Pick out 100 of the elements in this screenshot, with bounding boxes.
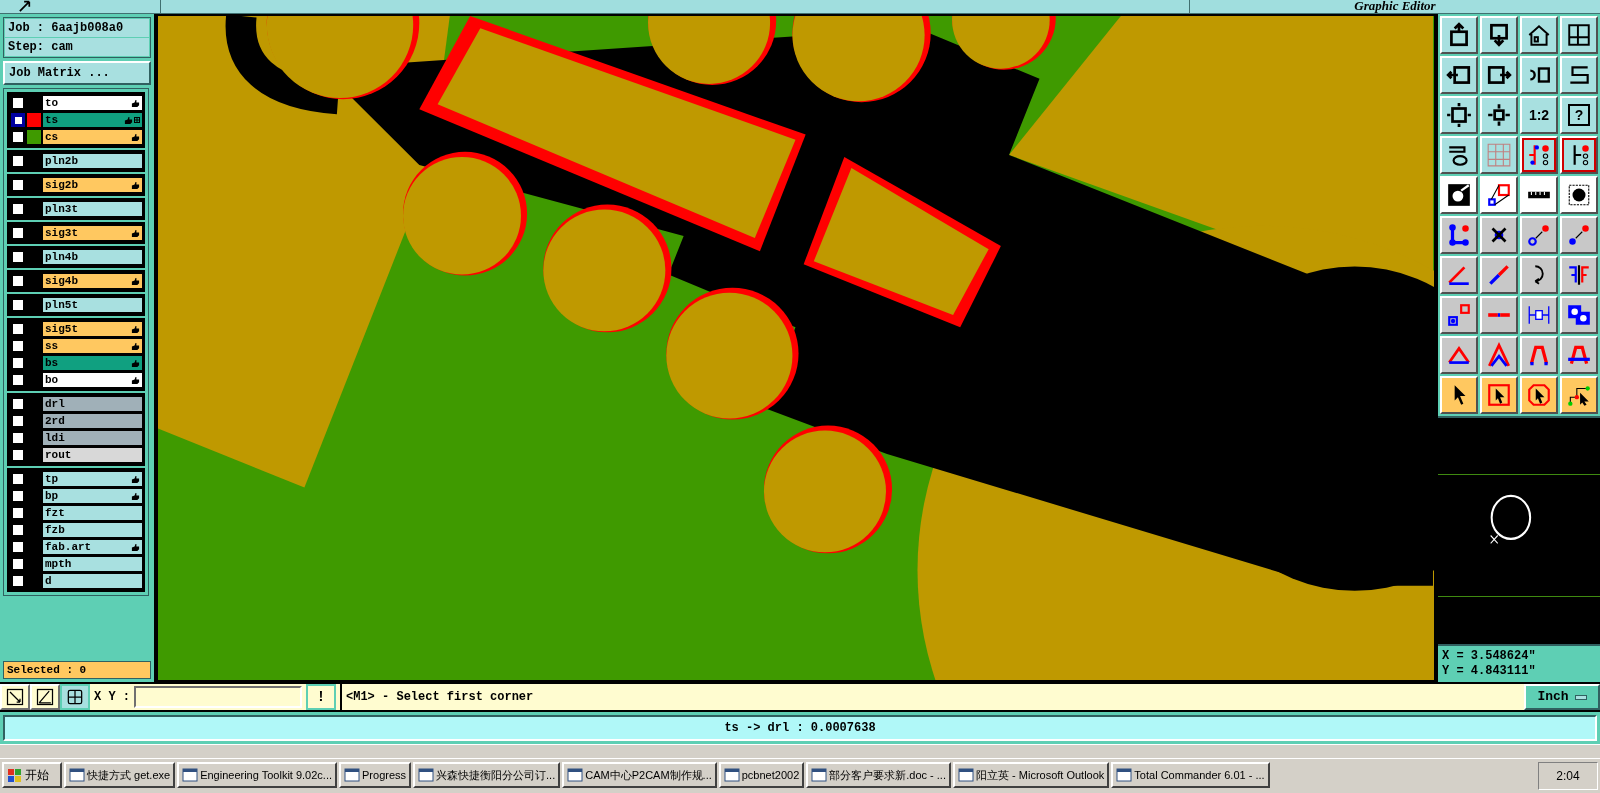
layer-name[interactable]: to — [43, 96, 142, 110]
toolbar-button[interactable] — [1560, 376, 1598, 414]
layer-checkbox[interactable] — [11, 557, 25, 571]
layer-name[interactable]: rout — [43, 448, 142, 462]
layer-checkbox[interactable] — [11, 506, 25, 520]
layer-checkbox[interactable] — [11, 472, 25, 486]
taskbar-button[interactable]: 快捷方式 get.exe — [64, 762, 176, 788]
layer-checkbox[interactable] — [11, 574, 25, 588]
toolbar-button[interactable] — [1440, 176, 1478, 214]
exclaim-button[interactable]: ! — [306, 684, 336, 710]
layer-checkbox[interactable] — [11, 356, 25, 370]
toolbar-button[interactable] — [1440, 336, 1478, 374]
toolbar-button[interactable] — [1520, 136, 1558, 174]
taskbar-button[interactable]: Progress — [339, 762, 412, 788]
toolbar-button[interactable] — [1560, 56, 1598, 94]
help-button[interactable]: ? — [1560, 96, 1598, 134]
toolbar-button[interactable] — [1520, 56, 1558, 94]
layer-name[interactable]: ldi — [43, 431, 142, 445]
layer-checkbox[interactable] — [11, 339, 25, 353]
toolbar-button[interactable] — [1560, 296, 1598, 334]
toolbar-button[interactable] — [1480, 216, 1518, 254]
toolbar-button[interactable] — [1520, 16, 1558, 54]
toolbar-button[interactable] — [1480, 296, 1518, 334]
job-matrix-button[interactable]: Job Matrix ... — [3, 61, 151, 85]
taskbar-button[interactable]: Total Commander 6.01 - ... — [1111, 762, 1270, 788]
layer-name[interactable]: mpth — [43, 557, 142, 571]
toolbar-button[interactable] — [1520, 296, 1558, 334]
toolbar-button[interactable] — [1440, 96, 1478, 134]
xy-input-field[interactable] — [134, 686, 302, 708]
toolbar-button[interactable] — [1520, 256, 1558, 294]
layer-checkbox[interactable] — [11, 113, 25, 127]
layer-name[interactable]: ss — [43, 339, 142, 353]
toolbar-button[interactable] — [1520, 176, 1558, 214]
toolbar-button[interactable] — [1560, 136, 1598, 174]
toolbar-button[interactable] — [1560, 256, 1598, 294]
layer-name[interactable]: tp — [43, 472, 142, 486]
layer-checkbox[interactable] — [11, 448, 25, 462]
layer-name[interactable]: drl — [43, 397, 142, 411]
toolbar-button[interactable] — [1480, 56, 1518, 94]
layer-name[interactable]: bp — [43, 489, 142, 503]
layer-name[interactable]: sig2b — [43, 178, 142, 192]
layer-checkbox[interactable] — [11, 154, 25, 168]
toolbar-button[interactable] — [1480, 376, 1518, 414]
toolbar-button[interactable] — [1520, 336, 1558, 374]
layer-name[interactable]: fab.art — [43, 540, 142, 554]
layer-name[interactable]: pln5t — [43, 298, 142, 312]
taskbar-button[interactable]: 阳立英 - Microsoft Outlook — [953, 762, 1110, 788]
layer-checkbox[interactable] — [11, 298, 25, 312]
layer-checkbox[interactable] — [11, 250, 25, 264]
unit-dropdown[interactable]: Inch — [1524, 684, 1600, 710]
layer-checkbox[interactable] — [11, 414, 25, 428]
layer-checkbox[interactable] — [11, 96, 25, 110]
layer-checkbox[interactable] — [11, 130, 25, 144]
toolbar-button[interactable] — [1440, 376, 1478, 414]
layer-checkbox[interactable] — [11, 202, 25, 216]
layer-name[interactable]: pln3t — [43, 202, 142, 216]
layer-checkbox[interactable] — [11, 322, 25, 336]
layer-name[interactable]: ts — [43, 113, 142, 127]
toolbar-button[interactable] — [1560, 336, 1598, 374]
toolbar-button[interactable] — [1480, 16, 1518, 54]
toolbar-button[interactable] — [1480, 256, 1518, 294]
taskbar-button[interactable]: pcbnet2002 — [718, 762, 805, 788]
layer-name[interactable]: pln2b — [43, 154, 142, 168]
layer-name[interactable]: fzb — [43, 523, 142, 537]
layer-checkbox[interactable] — [11, 489, 25, 503]
layer-name[interactable]: sig5t — [43, 322, 142, 336]
layer-name[interactable]: sig3t — [43, 226, 142, 240]
layer-name[interactable]: sig4b — [43, 274, 142, 288]
layer-checkbox[interactable] — [11, 523, 25, 537]
taskbar-button[interactable]: CAM中心P2CAM制作规... — [562, 762, 717, 788]
layer-name[interactable]: pln4b — [43, 250, 142, 264]
toolbar-button[interactable] — [1440, 56, 1478, 94]
toolbar-button[interactable] — [1520, 376, 1558, 414]
start-button[interactable]: 开始 — [2, 762, 62, 788]
scale-button[interactable]: 1:2 — [1520, 96, 1558, 134]
toolbar-button[interactable] — [1480, 96, 1518, 134]
layer-name[interactable]: bs — [43, 356, 142, 370]
layer-checkbox[interactable] — [11, 373, 25, 387]
layer-checkbox[interactable] — [11, 178, 25, 192]
layer-name[interactable]: fzt — [43, 506, 142, 520]
taskbar-button[interactable]: 部分客户要求新.doc - ... — [806, 762, 951, 788]
layer-name[interactable]: cs — [43, 130, 142, 144]
toolbar-button[interactable] — [1440, 16, 1478, 54]
toolbar-button[interactable] — [1560, 176, 1598, 214]
toolbar-button[interactable] — [1440, 136, 1478, 174]
layer-checkbox[interactable] — [11, 226, 25, 240]
layer-name[interactable]: 2rd — [43, 414, 142, 428]
layer-checkbox[interactable] — [11, 431, 25, 445]
layer-name[interactable]: d — [43, 574, 142, 588]
taskbar-button[interactable]: 兴森快捷衡阳分公司订... — [413, 762, 561, 788]
toolbar-button[interactable] — [1480, 136, 1518, 174]
toolbar-button[interactable] — [1520, 216, 1558, 254]
command-tool-button[interactable] — [60, 684, 90, 710]
toolbar-button[interactable] — [1480, 336, 1518, 374]
toolbar-button[interactable] — [1440, 256, 1478, 294]
toolbar-button[interactable] — [1560, 16, 1598, 54]
layer-checkbox[interactable] — [11, 540, 25, 554]
toolbar-button[interactable] — [1560, 216, 1598, 254]
toolbar-button[interactable] — [1440, 296, 1478, 334]
layer-checkbox[interactable] — [11, 274, 25, 288]
